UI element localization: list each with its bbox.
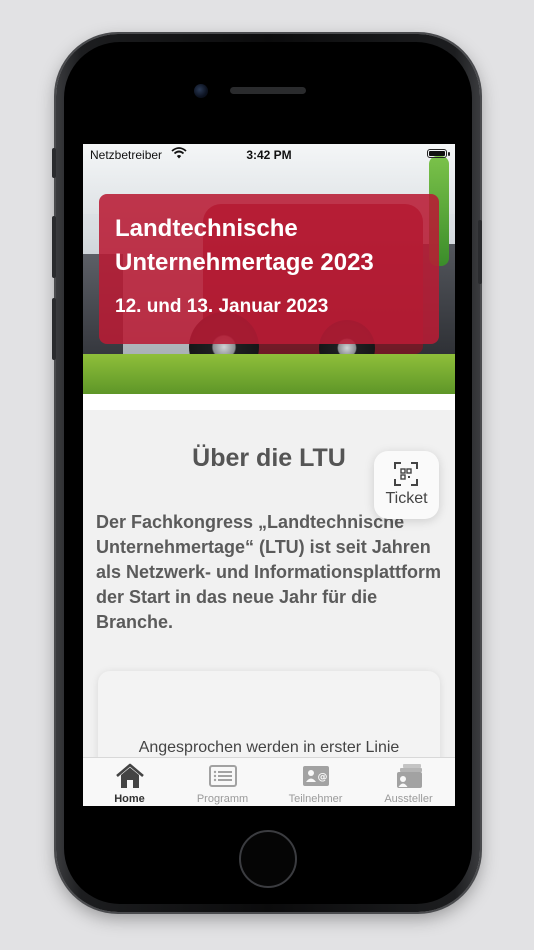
event-title-line1: Landtechnische [115,215,298,242]
ticket-button[interactable]: Ticket [374,451,439,519]
earpiece-speaker [230,87,306,94]
tab-aussteller[interactable]: Aussteller [362,758,455,806]
power-button [478,220,482,284]
mute-switch [52,148,56,178]
battery-icon [427,149,447,158]
tab-programm[interactable]: Programm [176,758,269,806]
qr-scan-icon [394,462,418,486]
hero-image: Landtechnische Unternehmertage 2023 12. … [83,144,455,394]
tab-teilnehmer[interactable]: @ Teilnehmer [269,758,362,806]
about-description: Der Fachkongress „Landtechnische Unterne… [96,512,442,632]
list-icon [209,765,237,787]
volume-up-button [52,216,56,278]
front-camera [194,84,208,98]
contact-card-icon: @ [303,766,329,786]
status-time: 3:42 PM [246,148,292,162]
svg-text:@: @ [318,772,328,783]
event-title-line2: Unternehmertage 2023 [115,249,374,276]
home-icon [116,763,144,788]
home-button[interactable] [239,830,297,888]
info-card-text: Angesprochen werden in erster Linie [138,739,400,756]
tab-home-label: Home [114,793,145,805]
status-bar: Netzbetreiber 3:42 PM [83,144,455,164]
section-divider [83,394,455,410]
exhibitor-icon [397,764,422,788]
tab-bar: Home Programm @ Teilnehmer Aussteller [83,757,455,806]
ticket-label: Ticket [385,490,428,507]
tab-programm-label: Programm [196,793,249,805]
volume-down-button [52,298,56,360]
app-screen: Landtechnische Unternehmertage 2023 12. … [83,144,455,806]
event-date: 12. und 13. Januar 2023 [115,296,329,317]
tab-aussteller-label: Aussteller [384,793,433,805]
event-banner: Landtechnische Unternehmertage 2023 12. … [99,194,439,344]
tab-teilnehmer-label: Teilnehmer [288,793,343,805]
tab-home[interactable]: Home [83,758,176,806]
